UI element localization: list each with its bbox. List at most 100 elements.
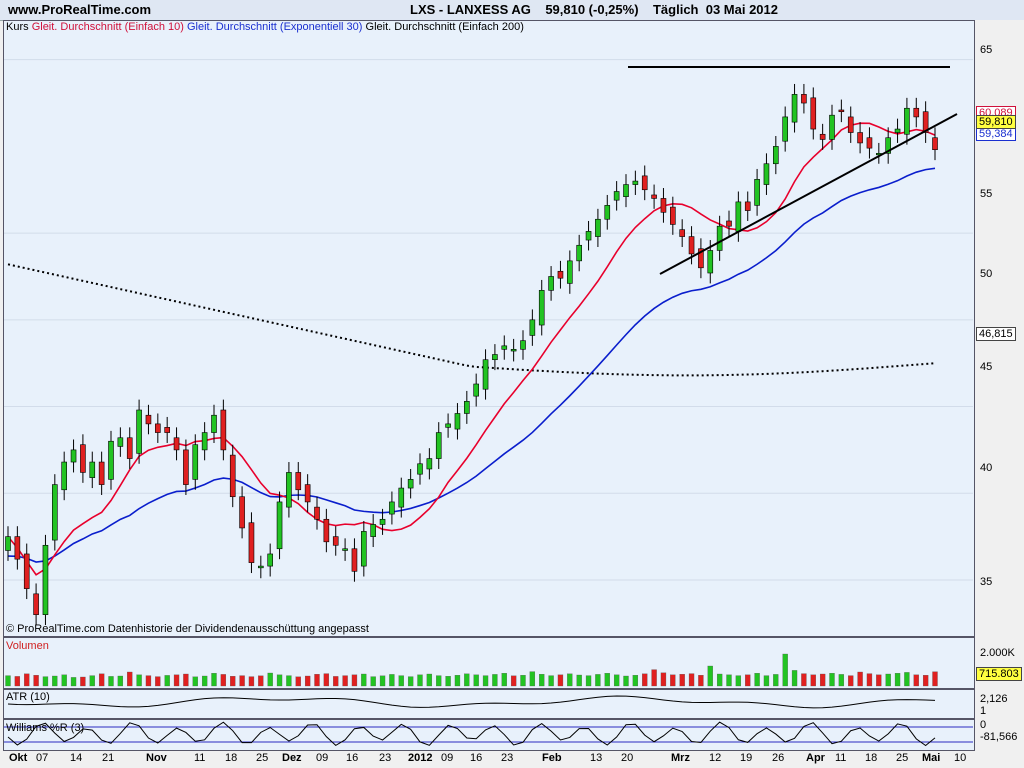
volume-bar [173, 674, 180, 687]
candle-body [426, 458, 433, 470]
volume-bar [323, 673, 330, 687]
volume-bar [417, 674, 423, 687]
x-tick-label: Mai [922, 752, 941, 764]
legend-ma200: Gleit. Durchschnitt (Einfach 200) [365, 21, 524, 33]
legend-ema30: Gleit. Durchschnitt (Exponentiell 30) [186, 21, 363, 33]
volume-bar [510, 675, 517, 687]
candle-body [838, 109, 845, 113]
volume-bar [492, 674, 498, 687]
x-tick-label: 09 [441, 752, 454, 764]
volume-bar [258, 675, 264, 687]
candle-body [567, 260, 573, 284]
candle-body [604, 205, 611, 220]
volume-bar [342, 675, 348, 687]
candle-body [286, 472, 292, 508]
candle-body [61, 461, 67, 491]
y-tick-35: 35 [980, 576, 993, 588]
candle-body [267, 553, 273, 567]
candle-body [370, 524, 376, 537]
candle-body [126, 437, 133, 459]
wr-tag: -81,566 [980, 731, 1018, 743]
volume-bar [333, 676, 339, 687]
candle-body [473, 383, 479, 397]
candle-body [295, 472, 302, 491]
candle-body [763, 163, 770, 185]
candle-body [810, 97, 817, 130]
candle-body [520, 340, 526, 350]
volume-bar [679, 674, 685, 687]
ma200-tag: 46,815 [976, 327, 1016, 341]
volume-bar [848, 675, 854, 687]
volume-bar [745, 674, 751, 687]
volume-bar [801, 673, 807, 687]
candle-body [688, 236, 695, 255]
volume-bar [632, 675, 639, 687]
y-tick-40: 40 [980, 462, 993, 474]
atr-tag: 2,126 [980, 693, 1008, 705]
candle-body [398, 487, 405, 508]
volume-bar [276, 674, 283, 687]
candle-body [454, 413, 461, 430]
volume-bar [670, 674, 676, 687]
x-tick-label: 16 [470, 752, 483, 764]
volume-bar [42, 676, 49, 687]
volume-bar [576, 674, 582, 687]
candle-body [445, 423, 451, 428]
y-tick-65: 65 [980, 44, 993, 56]
legend-kurs: Kurs [6, 21, 29, 33]
x-tick-label: 25 [256, 752, 269, 764]
volume-bar [623, 675, 629, 687]
volume-bar [5, 675, 11, 687]
candle-body [904, 107, 910, 135]
candle-body [866, 137, 873, 149]
volume-bar [539, 674, 545, 687]
volume-bar [773, 674, 779, 687]
candle-body [258, 565, 264, 569]
volume-bar [220, 674, 227, 687]
x-tick-label: 23 [501, 752, 514, 764]
x-tick-label: 16 [346, 752, 359, 764]
candle-body [389, 501, 395, 515]
candle-body [782, 116, 788, 142]
volume-bar [763, 675, 770, 687]
candle-body [847, 116, 854, 133]
volume-bar [604, 673, 610, 687]
candle-body [613, 191, 620, 201]
volume-bar [183, 673, 189, 687]
candle-body [707, 250, 714, 274]
y-tick-50: 50 [980, 268, 993, 280]
candle-body [52, 484, 58, 541]
volume-bar [361, 673, 367, 687]
candle-body [201, 432, 208, 451]
candle-body [510, 349, 517, 352]
candle-body [192, 444, 199, 480]
x-tick-label: 11 [194, 752, 206, 764]
volume-bar [407, 676, 414, 687]
candle-body [314, 506, 320, 520]
ma10-line [7, 122, 936, 576]
candle-body [857, 132, 863, 144]
x-tick-label: 09 [316, 752, 329, 764]
volume-max: 2.000K [980, 647, 1015, 659]
volume-bar [866, 673, 873, 687]
candle-body [229, 454, 236, 498]
volume-bar [108, 676, 114, 687]
candle-body [332, 536, 339, 546]
volume-bar [595, 674, 601, 687]
volume-bar [707, 665, 713, 687]
volume-bar [370, 676, 376, 687]
volume-bar [876, 674, 882, 687]
x-tick-label: 20 [621, 752, 634, 764]
x-tick-label: 23 [379, 752, 392, 764]
volume-bar [445, 676, 451, 687]
candle-body [726, 220, 732, 227]
candle-body [239, 496, 245, 529]
x-tick-label: 25 [896, 752, 909, 764]
atr-low: 1 [980, 705, 987, 717]
x-tick-label: 10 [954, 752, 967, 764]
volume-bar [904, 672, 910, 687]
volume-bar [473, 674, 479, 687]
volume-bar [520, 675, 526, 687]
candle-body [735, 201, 742, 232]
volume-bar [295, 676, 301, 687]
